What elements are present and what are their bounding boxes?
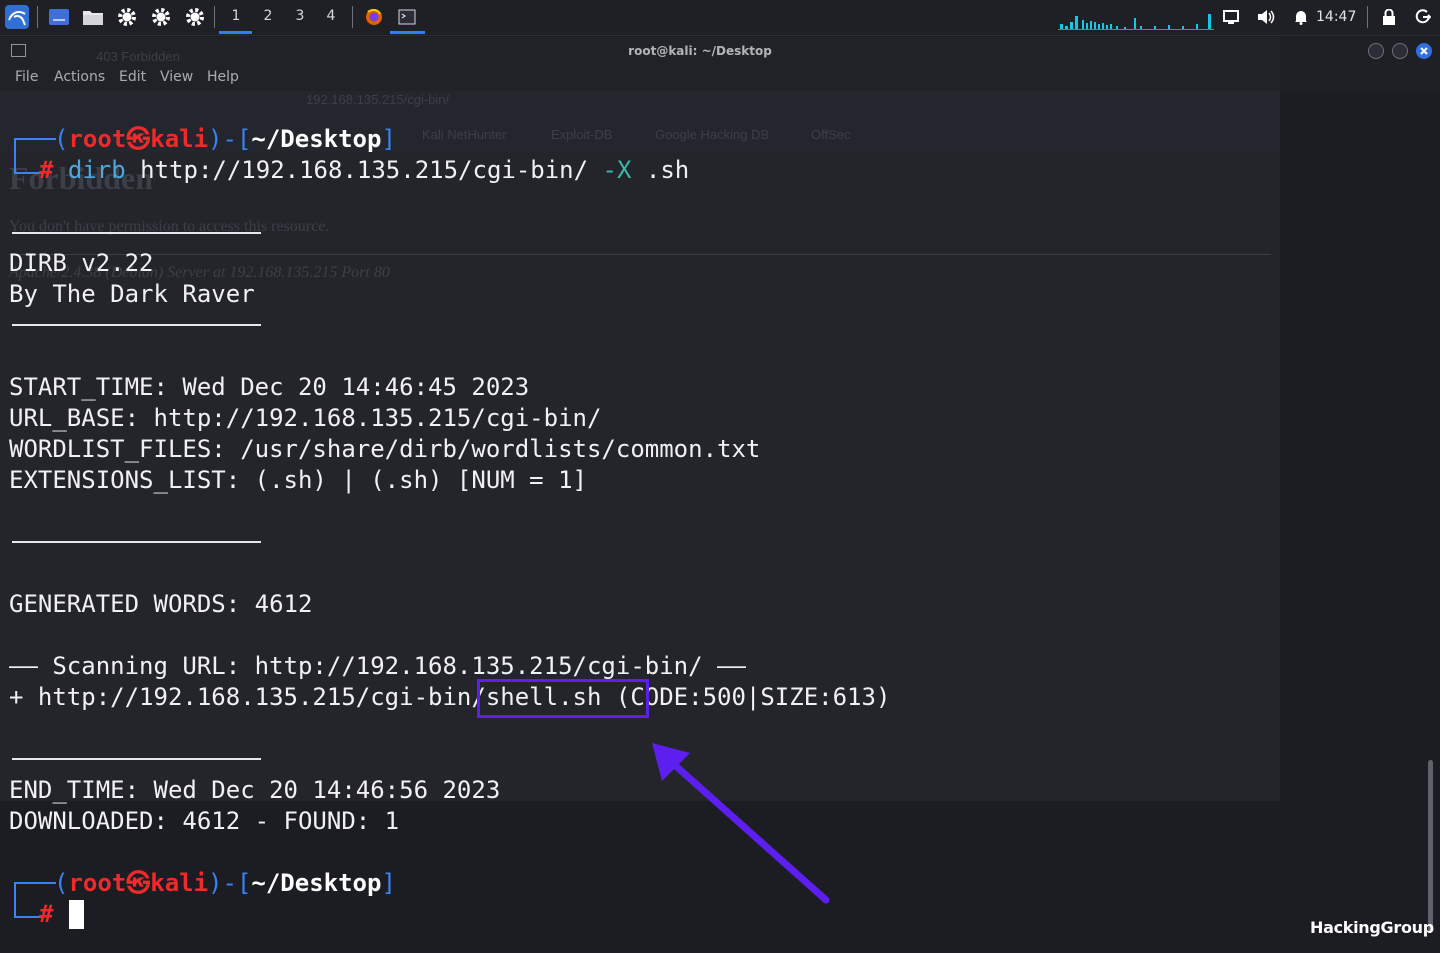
command-prog: dirb: [67, 156, 126, 184]
prompt-open: (: [54, 125, 69, 153]
found-result: + http://192.168.135.215/cgi-bin/shell.s…: [9, 683, 891, 711]
settings-icon[interactable]: [148, 5, 174, 29]
prompt-user: root: [68, 125, 127, 153]
active-workspace-indicator: [219, 31, 252, 34]
highlight-box: [477, 679, 649, 718]
prompt-mid: )-[: [208, 125, 252, 153]
banner-version: DIRB v2.22: [9, 249, 154, 277]
clock[interactable]: 14:47: [1316, 9, 1356, 25]
generated-words: GENERATED WORDS: 4612: [9, 590, 313, 618]
show-desktop-icon[interactable]: [47, 5, 71, 29]
scanning-url: —— Scanning URL: http://192.168.135.215/…: [9, 652, 746, 680]
workspace-1[interactable]: 1: [224, 8, 248, 24]
prompt-at: ㉿: [126, 869, 151, 897]
settings-icon[interactable]: [114, 5, 140, 29]
kali-menu-icon[interactable]: [4, 5, 30, 29]
banner-author: By The Dark Raver: [9, 280, 255, 308]
separator-rule: [12, 541, 261, 543]
prompt-line: (root㉿kali)-[~/Desktop]: [54, 868, 396, 899]
lock-screen-icon[interactable]: [1378, 5, 1400, 29]
prompt-open: (: [54, 869, 69, 897]
prompt-path: ~/Desktop: [251, 125, 382, 153]
separator-rule: [12, 758, 261, 760]
background-tab-title: 403 Forbidden: [96, 49, 180, 64]
separator-rule: [12, 232, 261, 234]
settings-icon[interactable]: [182, 5, 208, 29]
prompt-frame: [14, 148, 42, 174]
command-url: http://192.168.135.215/cgi-bin/: [140, 156, 589, 184]
logout-icon[interactable]: [1412, 5, 1434, 29]
background-url: 192.168.135.215/cgi-bin/: [306, 92, 450, 107]
start-time: START_TIME: Wed Dec 20 14:46:45 2023: [9, 373, 530, 401]
top-panel: 1 2 3 4 14:47: [0, 0, 1440, 36]
command-flag: -X: [602, 156, 632, 184]
maximize-button[interactable]: [1392, 43, 1408, 59]
terminal-icon[interactable]: [395, 5, 419, 29]
prompt-frame: [14, 892, 42, 918]
workspace-3[interactable]: 3: [288, 8, 312, 24]
background-bookmark: Exploit-DB: [551, 127, 613, 142]
background-bookmark: OffSec: [811, 127, 851, 142]
prompt-line: (root㉿kali)-[~/Desktop]: [54, 124, 396, 155]
workspace-4[interactable]: 4: [319, 8, 343, 24]
background-bookmark: Google Hacking DB: [655, 127, 770, 142]
command-ext: .sh: [645, 156, 690, 184]
volume-icon[interactable]: [1255, 5, 1277, 29]
input-line[interactable]: #: [39, 899, 53, 930]
wordlist-files: WORDLIST_FILES: /usr/share/dirb/wordlist…: [9, 435, 761, 463]
prompt-hash: #: [39, 900, 54, 928]
prompt-at: ㉿: [126, 125, 151, 153]
prompt-hash: #: [39, 156, 54, 184]
prompt-host: kali: [150, 125, 209, 153]
prompt-mid: )-[: [208, 869, 252, 897]
firefox-icon[interactable]: [362, 5, 386, 29]
downloaded-summary: DOWNLOADED: 4612 - FOUND: 1: [9, 807, 400, 835]
prompt-host: kali: [150, 869, 209, 897]
background-bookmark: Kali NetHunter: [422, 127, 507, 142]
workspace-2[interactable]: 2: [256, 8, 280, 24]
url-base: URL_BASE: http://192.168.135.215/cgi-bin…: [9, 404, 602, 432]
panel-separator: [37, 6, 38, 28]
annotation-arrow-icon: [652, 743, 830, 904]
minimize-button[interactable]: [1368, 43, 1384, 59]
panel-separator: [352, 6, 353, 28]
prompt-path: ~/Desktop: [251, 869, 382, 897]
prompt-close: ]: [381, 869, 396, 897]
prompt-close: ]: [381, 125, 396, 153]
extensions-list: EXTENSIONS_LIST: (.sh) | (.sh) [NUM = 1]: [9, 466, 587, 494]
close-icon: [1420, 47, 1428, 55]
notification-bell-icon[interactable]: [1290, 5, 1312, 29]
command-line: # dirb http://192.168.135.215/cgi-bin/ -…: [39, 155, 689, 186]
end-time: END_TIME: Wed Dec 20 14:46:56 2023: [9, 776, 501, 804]
file-manager-icon[interactable]: [81, 5, 105, 29]
terminal-scrollbar[interactable]: [1428, 760, 1433, 932]
prompt-user: root: [68, 869, 127, 897]
watermark-logo: HackingGroup: [1310, 918, 1434, 937]
panel-separator: [214, 6, 215, 28]
close-button[interactable]: [1416, 43, 1432, 59]
text-cursor: [69, 900, 84, 929]
display-icon[interactable]: [1220, 5, 1242, 29]
network-graph-icon: [1058, 4, 1214, 30]
active-task-indicator: [390, 31, 425, 34]
background-divider: [9, 254, 1271, 255]
panel-separator: [1367, 6, 1368, 28]
separator-rule: [12, 324, 261, 326]
